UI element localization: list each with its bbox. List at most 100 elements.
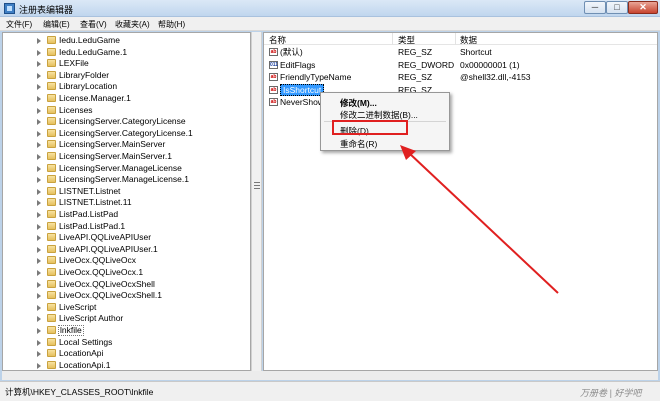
expand-arrow-icon[interactable] [37,362,41,369]
expand-arrow-icon[interactable] [37,351,41,358]
tree-item-label: Local Settings [59,336,113,347]
menu-view[interactable]: 查看(V) [80,19,107,30]
folder-icon [47,360,56,369]
menu-edit[interactable]: 编辑(E) [43,19,70,30]
expand-arrow-icon[interactable] [37,188,41,195]
folder-icon [47,244,56,253]
tree-item-label: LocationApi [59,348,104,359]
tree-item-label: Licenses [59,104,93,115]
folder-icon [47,140,56,149]
horizontal-scrollbar[interactable] [2,371,658,380]
tree-item-label: LicensingServer.CategoryLicense.1 [59,127,193,138]
expand-arrow-icon[interactable] [37,212,41,218]
tree-item-label: LiveAPI.QQLiveAPIUser.1 [59,243,158,254]
expand-arrow-icon[interactable] [37,235,41,242]
expand-arrow-icon[interactable] [37,61,41,68]
tree-item-label: LocationApi.1 [59,359,111,370]
folder-icon [47,256,56,265]
list-header: 名称 类型 数据 [264,33,657,46]
folder-icon [47,47,56,56]
binary-value-icon: 011 [269,60,279,69]
tree-item-label: LicensingServer.ManageLicense.1 [59,174,189,185]
expand-arrow-icon[interactable] [37,84,41,91]
minimize-button[interactable]: ─ [584,1,606,14]
tree-item-label: LiveOcx.QQLiveOcxShell.1 [59,290,162,301]
regedit-icon [4,3,15,14]
expand-arrow-icon[interactable] [37,72,41,79]
column-separator[interactable] [455,33,456,45]
value-name-text: IsShortcut [280,83,325,96]
tree-item-label: LicensingServer.MainServer.1 [59,151,172,161]
folder-icon [47,94,56,102]
expand-arrow-icon[interactable] [37,96,41,102]
value-list[interactable]: 名称 类型 数据 ab (默认) REG_SZ Shortcut 011 EditFlag… [263,32,658,371]
expand-arrow-icon[interactable] [37,200,41,207]
expand-arrow-icon[interactable] [37,258,41,265]
menu-file[interactable]: 文件(F) [6,19,32,30]
tree-item-label: LicensingServer.MainServer [59,139,166,150]
status-path: 计算机\HKEY_CLASSES_ROOT\lnkfile [5,387,154,397]
folder-icon [47,186,56,195]
expand-arrow-icon[interactable] [37,328,41,334]
splitter-grip-icon [254,182,260,189]
watermark: 万册卷 | 好学吧 [580,388,642,398]
menu-item-rename[interactable]: 重命名(R) [340,138,377,150]
tree-item-label: LiveScript Author [59,313,124,324]
expand-arrow-icon[interactable] [37,154,41,160]
value-row[interactable]: ab (默认) REG_SZ Shortcut [264,46,657,58]
pane-splitter[interactable] [251,32,262,371]
expand-arrow-icon[interactable] [37,49,41,56]
folder-icon [47,163,56,172]
expand-arrow-icon[interactable] [37,316,41,323]
folder-icon [47,268,56,276]
expand-arrow-icon[interactable] [37,165,41,172]
value-row[interactable]: ab FriendlyTypeName REG_SZ @shell32.dll,-41… [264,71,657,83]
menu-item-modify[interactable]: 修改(M)... [340,97,377,109]
string-value-icon: ab [269,73,278,82]
expand-arrow-icon[interactable] [37,246,41,253]
column-name-header[interactable]: 名称 [269,34,286,46]
expand-arrow-icon[interactable] [37,339,41,346]
folder-icon [47,210,56,218]
column-data-header[interactable]: 数据 [460,34,477,46]
column-type-header[interactable]: 类型 [398,34,415,46]
value-name: FriendlyTypeName [280,71,351,83]
column-separator[interactable] [392,33,393,45]
expand-arrow-icon[interactable] [37,142,41,149]
string-value-icon: ab [269,48,278,56]
value-row[interactable]: 011 EditFlags REG_DWORD 0x00000001 (1) [264,59,657,71]
tree-item-label: LibraryFolder [59,69,110,80]
value-type: REG_DWORD [398,59,455,70]
expand-arrow-icon[interactable] [37,223,41,230]
value-data: @shell32.dll,-4153 [460,72,531,83]
expand-arrow-icon[interactable] [37,270,41,276]
tree-item-label: LiveOcx.QQLiveOcx [59,255,136,266]
tree-item-label: LiveScript [59,301,97,312]
expand-arrow-icon[interactable] [37,107,41,114]
expand-arrow-icon[interactable] [37,177,41,184]
tree-item-label: Iedu.LeduGame [59,35,120,45]
key-tree[interactable]: Iedu.LeduGame Iedu.LeduGame.1 LEXFile Libra… [2,32,251,371]
close-button[interactable]: ✕ [628,1,658,14]
expand-arrow-icon[interactable] [37,38,41,44]
tree-item-label: LicensingServer.CategoryLicense [59,116,186,127]
folder-icon [47,221,56,230]
value-name: EditFlags [280,59,315,71]
tree-item-label: Iedu.LeduGame.1 [59,46,128,57]
value-type: REG_SZ [398,47,433,57]
expand-arrow-icon[interactable] [37,130,41,137]
tree-item-label: LicensingServer.ManageLicense [59,162,182,173]
folder-icon [47,36,56,44]
menu-favorites[interactable]: 收藏夹(A) [115,19,150,30]
tree-item-label: ListPad.ListPad [59,209,119,219]
expand-arrow-icon[interactable] [37,119,41,126]
expand-arrow-icon[interactable] [37,293,41,300]
folder-icon [47,314,56,323]
menu-help[interactable]: 帮助(H) [158,19,185,30]
expand-arrow-icon[interactable] [37,304,41,311]
maximize-button[interactable]: □ [606,1,628,14]
value-type: REG_SZ [398,72,433,83]
folder-icon [47,233,56,242]
tree-item-label: LibraryLocation [59,81,118,92]
expand-arrow-icon[interactable] [37,281,41,288]
